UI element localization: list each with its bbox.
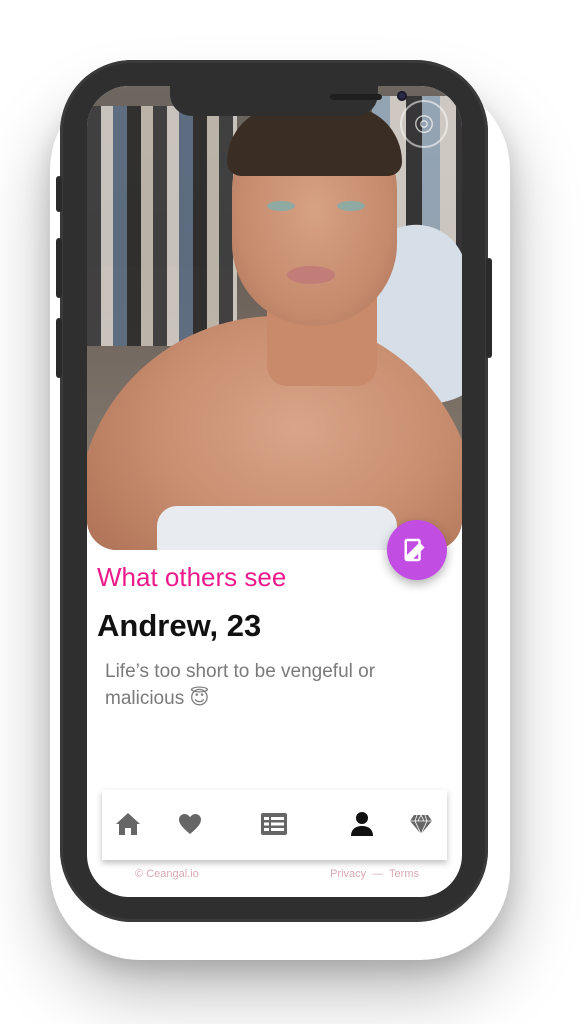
edit-profile-button[interactable] [387, 520, 447, 580]
photo-eye-right [337, 201, 365, 211]
photo-closet-left [87, 106, 237, 346]
footer-separator: — [372, 868, 384, 880]
mute-switch [56, 176, 62, 212]
footer-copyright: © Ceangal.io [135, 868, 199, 880]
photo-eye-left [267, 201, 295, 211]
profile-bio: Life’s too short to be vengeful or malic… [105, 661, 376, 709]
front-camera [397, 91, 407, 101]
bottom-tab-bar [102, 790, 447, 860]
speaker-grille [330, 94, 382, 100]
tab-profile[interactable] [346, 808, 378, 840]
volume-down-button [56, 318, 62, 378]
tab-home[interactable] [112, 808, 144, 840]
diamond-icon [410, 814, 432, 835]
heart-icon [179, 814, 201, 834]
home-icon [116, 813, 140, 835]
footer-links: Privacy — Terms [330, 868, 419, 880]
phone-screen: What others see Andrew, 23 Life’s too sh… [87, 86, 462, 897]
section-title: What others see [97, 562, 287, 592]
terms-link[interactable]: Terms [389, 868, 419, 880]
photo-towel [157, 506, 397, 550]
profile-name-age: Andrew, 23 [97, 608, 262, 643]
tab-premium[interactable] [405, 808, 437, 840]
profile-photo[interactable] [87, 86, 462, 550]
tab-feed[interactable] [258, 808, 290, 840]
volume-up-button [56, 238, 62, 298]
photo-overlay-icon [400, 100, 448, 148]
phone-notch [170, 86, 407, 116]
tab-likes[interactable] [174, 808, 206, 840]
photo-lips [287, 266, 335, 284]
person-icon [351, 812, 373, 836]
photo-hair [227, 106, 402, 176]
power-button [486, 258, 492, 358]
target-icon [415, 115, 433, 133]
edit-icon [404, 538, 427, 562]
privacy-link[interactable]: Privacy [330, 868, 366, 880]
news-icon [261, 813, 287, 835]
